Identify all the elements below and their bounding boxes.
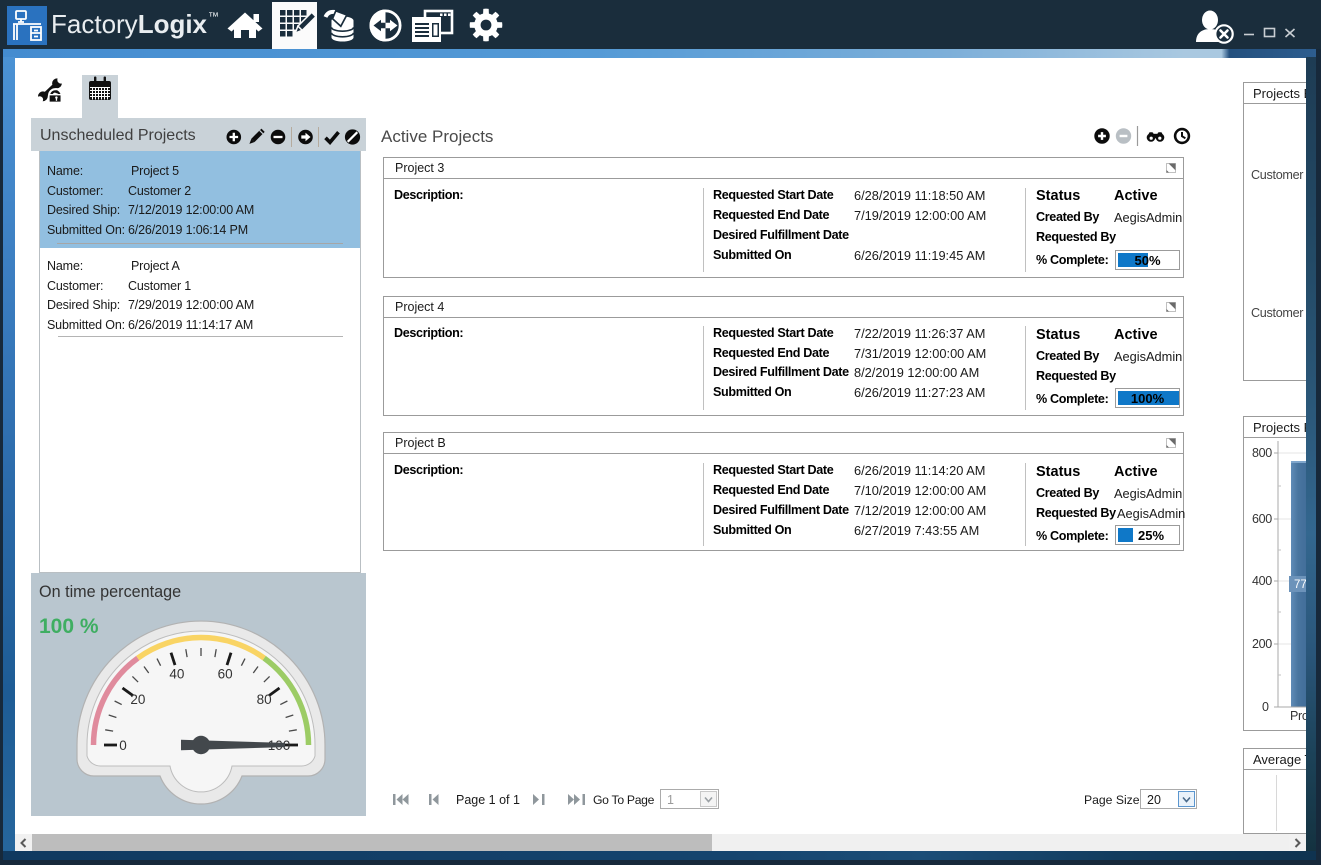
- svg-text:60: 60: [218, 666, 233, 681]
- svg-text:40: 40: [169, 666, 184, 681]
- svg-text:80: 80: [257, 692, 272, 707]
- svg-text:20: 20: [130, 692, 145, 707]
- svg-text:0: 0: [119, 738, 127, 753]
